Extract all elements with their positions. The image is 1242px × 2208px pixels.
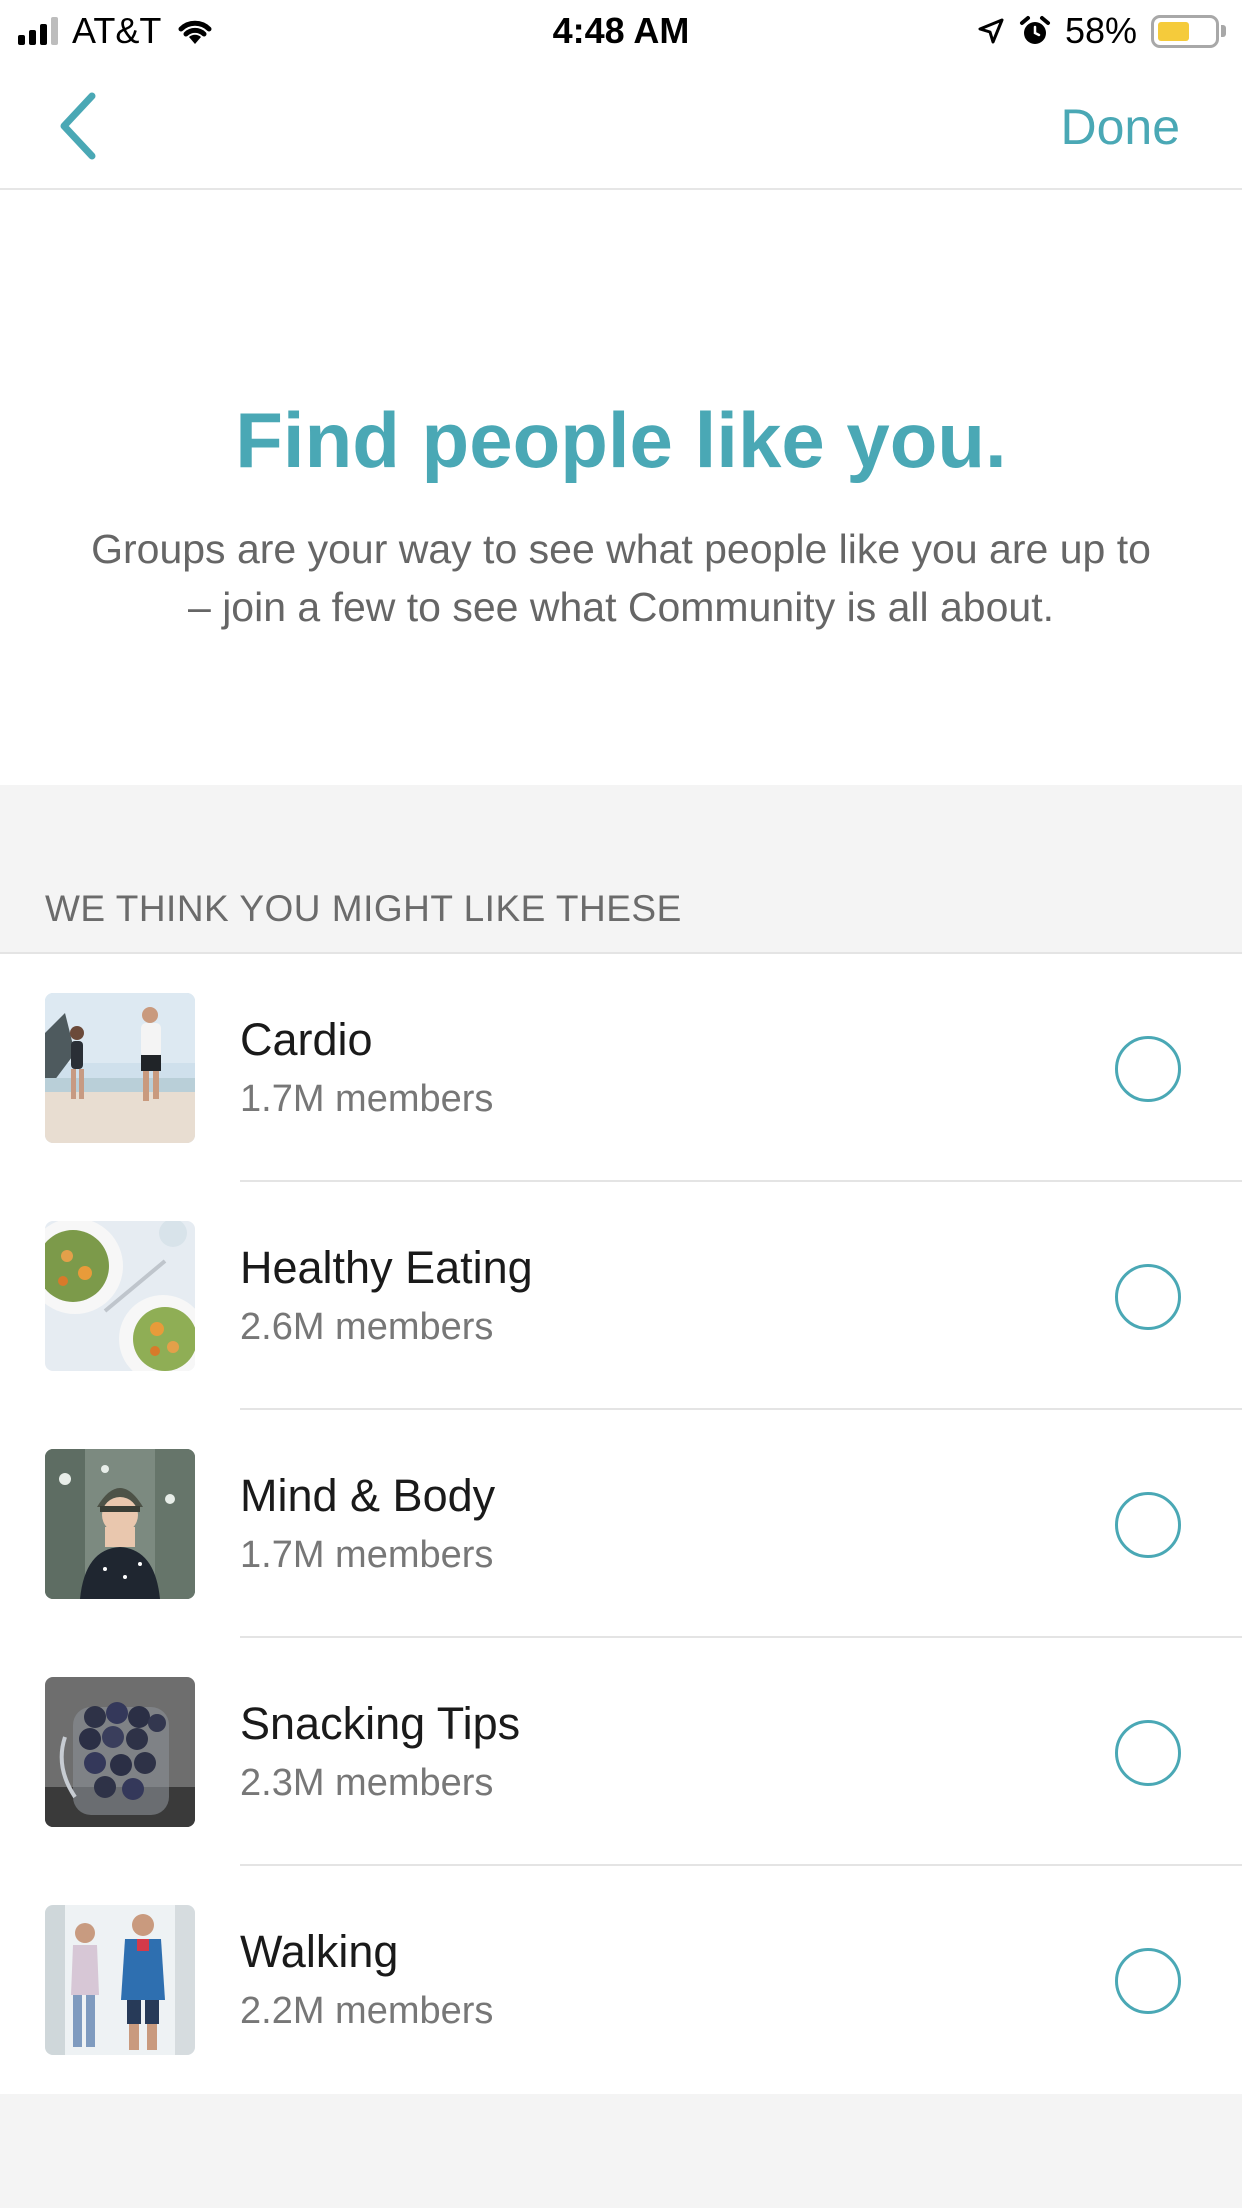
status-right: 58% xyxy=(977,10,1226,52)
group-members-count: 2.6M members xyxy=(240,1306,494,1348)
select-radio[interactable] xyxy=(1115,1948,1181,2014)
group-members-count: 2.3M members xyxy=(240,1762,494,1804)
group-row-snacking-tips[interactable]: Snacking Tips 2.3M members xyxy=(0,1638,1242,1866)
group-row-healthy-eating[interactable]: Healthy Eating 2.6M members xyxy=(0,1182,1242,1410)
group-thumbnail-walking xyxy=(45,1905,195,2055)
battery-icon xyxy=(1151,14,1226,48)
select-radio[interactable] xyxy=(1115,1036,1181,1102)
group-row-walking[interactable]: Walking 2.2M members xyxy=(0,1866,1242,2094)
group-name: Mind & Body xyxy=(240,1470,496,1521)
battery-percent: 58% xyxy=(1064,10,1137,51)
group-members-count: 1.7M members xyxy=(240,1534,494,1576)
group-members-count: 2.2M members xyxy=(240,1990,494,2032)
bottom-filler xyxy=(0,2094,1242,2208)
group-members-count: 1.7M members xyxy=(240,1078,494,1120)
group-name: Healthy Eating xyxy=(240,1242,533,1293)
group-name: Snacking Tips xyxy=(240,1698,521,1749)
group-row-mind-body[interactable]: Mind & Body 1.7M members xyxy=(0,1410,1242,1638)
section-header: WE THINK YOU MIGHT LIKE THESE xyxy=(45,888,682,929)
group-name: Walking xyxy=(240,1926,399,1977)
group-name: Cardio xyxy=(240,1014,373,1065)
done-button[interactable]: Done xyxy=(1060,98,1180,156)
group-thumbnail-mind-body xyxy=(45,1449,195,1599)
battery-fill xyxy=(1158,21,1190,41)
group-row-cardio[interactable]: Cardio 1.7M members xyxy=(0,954,1242,1182)
group-list: Cardio 1.7M members Healthy Eating 2.6M … xyxy=(0,952,1242,2096)
nav-bar: Done xyxy=(0,62,1242,190)
select-radio[interactable] xyxy=(1115,1264,1181,1330)
select-radio[interactable] xyxy=(1115,1492,1181,1558)
chevron-left-icon xyxy=(60,92,96,160)
page-description: Groups are your way to see what people l… xyxy=(91,526,1151,630)
group-thumbnail-snacking-tips xyxy=(45,1677,195,1827)
select-radio[interactable] xyxy=(1115,1720,1181,1786)
location-arrow-icon xyxy=(978,18,1004,44)
section-header-area: WE THINK YOU MIGHT LIKE THESE xyxy=(0,785,1242,952)
page-title: Find people like you. xyxy=(235,396,1007,484)
alarm-icon xyxy=(1019,16,1050,44)
back-button[interactable] xyxy=(50,88,110,164)
group-thumbnail-cardio xyxy=(45,993,195,1143)
group-thumbnail-healthy-eating xyxy=(45,1221,195,1371)
hero-section: Find people like you. Groups are your wa… xyxy=(0,190,1242,785)
status-bar: AT&T 4:48 AM 58% xyxy=(0,0,1242,62)
